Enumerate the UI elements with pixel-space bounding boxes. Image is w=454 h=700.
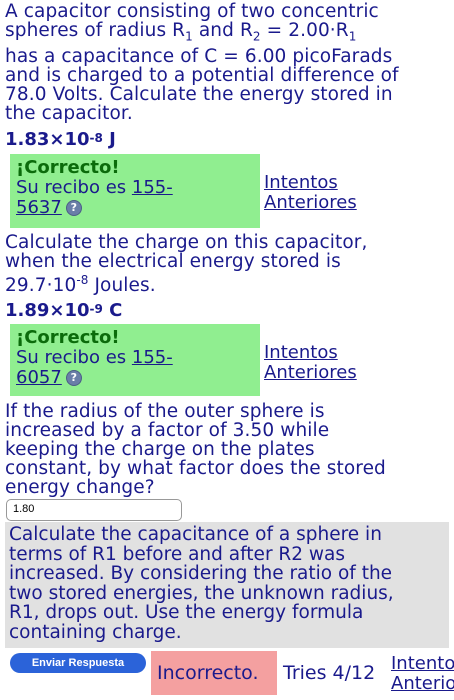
correct-feedback-2: ¡Correcto! Su recibo es 155- 6057? [10, 324, 260, 396]
help-icon[interactable]: ? [65, 200, 82, 216]
question-1-answer: 1.83×10-8 J [5, 129, 116, 150]
feedback-status: ¡Correcto! [16, 157, 120, 178]
receipt-link[interactable]: 155- [132, 347, 173, 368]
receipt-link[interactable]: 155- [132, 177, 173, 198]
receipt-link[interactable]: 5637 [16, 197, 62, 218]
correct-feedback-1: ¡Correcto! Su recibo es 155- 5637? [10, 154, 260, 228]
question-2-answer: 1.89×10-9 C [5, 300, 123, 321]
answer-input[interactable]: 1.80 [6, 499, 182, 521]
hint-box: Calculate the capacitance of a sphere in… [5, 522, 449, 648]
feedback-status: ¡Correcto! [16, 327, 120, 348]
question-2-text: Calculate the charge on this capacitor, … [5, 232, 368, 297]
question-3-text: If the radius of the outer sphere is inc… [5, 401, 386, 498]
submit-answer-button[interactable]: Enviar Respuesta [10, 653, 146, 673]
tries-counter: Tries 4/12 [283, 662, 376, 684]
question-1-text: A capacitor consisting of two concentric… [5, 1, 399, 124]
help-icon[interactable]: ? [65, 370, 82, 386]
previous-attempts-link-3[interactable]: IntentosAnteriores [391, 654, 454, 694]
receipt-link[interactable]: 6057 [16, 367, 62, 388]
previous-attempts-link-2[interactable]: Intentos Anteriores [264, 343, 357, 383]
incorrect-status: Incorrecto. [151, 651, 277, 695]
previous-attempts-link-1[interactable]: Intentos Anteriores [264, 173, 357, 213]
